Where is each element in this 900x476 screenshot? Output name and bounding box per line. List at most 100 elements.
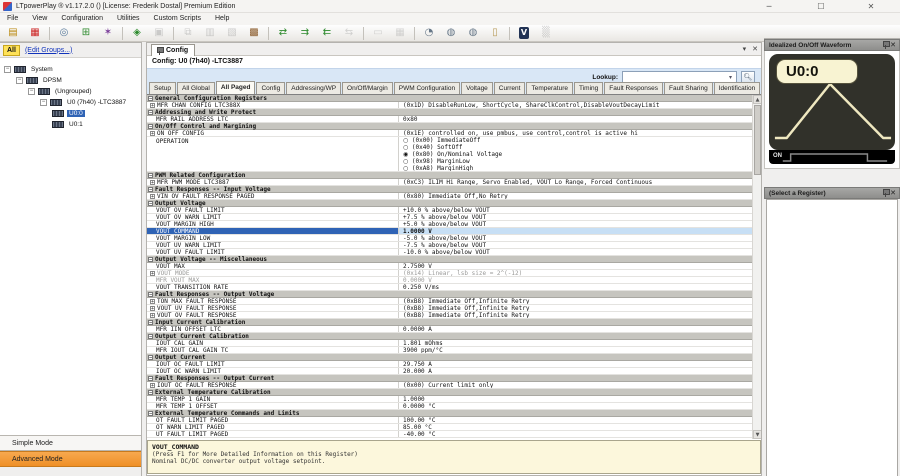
- register-row-iout-oc-fault-limit[interactable]: IOUT_OC_FAULT_LIMIT29.750 A: [147, 361, 752, 368]
- tab-timing[interactable]: Timing: [574, 82, 603, 94]
- section-row-input-current-calibration[interactable]: −Input Current Calibration: [147, 319, 752, 326]
- section-row-output-current-calibration[interactable]: −Output Current Calibration: [147, 333, 752, 340]
- export-add-button[interactable]: ⊞: [76, 26, 96, 41]
- scope-view-2-button[interactable]: ◍: [463, 26, 483, 41]
- register-row-ot-warn-limit-paged[interactable]: OT_WARN_LIMIT_PAGED85.00 °C: [147, 424, 752, 431]
- scroll-thumb[interactable]: [754, 105, 761, 175]
- advanced-mode-button[interactable]: Advanced Mode: [0, 451, 141, 467]
- register-value-cell[interactable]: 20.000 A: [399, 368, 752, 374]
- register-value-cell[interactable]: 0x80: [399, 116, 752, 122]
- tab-setup[interactable]: Setup: [149, 82, 176, 94]
- register-value-cell[interactable]: 100.00 °C: [399, 417, 752, 423]
- menu-file[interactable]: File: [0, 13, 25, 25]
- section-row-output-current[interactable]: −Output Current: [147, 354, 752, 361]
- section-row-external-temperature-calibration[interactable]: −External Temperature Calibration: [147, 389, 752, 396]
- tab-all-global[interactable]: All Global: [177, 82, 215, 94]
- close-button[interactable]: ✕: [862, 1, 880, 12]
- register-row-vout-margin-high[interactable]: VOUT_MARGIN_HIGH+5.0 % above/below VOUT: [147, 221, 752, 228]
- register-row-mfr-temp-1-gain[interactable]: MFR_TEMP_1_GAIN1.0000: [147, 396, 752, 403]
- tree-collapse-icon[interactable]: −: [28, 88, 35, 95]
- collapse-icon[interactable]: −: [148, 96, 153, 101]
- expand-icon[interactable]: +: [150, 313, 155, 318]
- register-value-cell[interactable]: (0xB8) Immediate Off,Infinite_Retry: [399, 312, 752, 318]
- find-button[interactable]: ◎: [54, 26, 74, 41]
- tab-close-icon[interactable]: ✕: [752, 45, 758, 53]
- tab-fault-sharing[interactable]: Fault Sharing: [664, 82, 713, 94]
- radio-option-softoff[interactable]: ○ (0x40) SoftOff: [403, 144, 462, 151]
- collapse-icon[interactable]: −: [148, 187, 153, 192]
- minimize-button[interactable]: ─: [760, 1, 778, 12]
- register-value-cell[interactable]: 85.00 °C: [399, 424, 752, 430]
- register-value-cell[interactable]: 0.0000 °C: [399, 403, 752, 409]
- register-row-iout-cal-gain[interactable]: IOUT_CAL_GAIN1.801 mOhms: [147, 340, 752, 347]
- register-value-cell[interactable]: (0xB8) Immediate Off,Infinite_Retry: [399, 305, 752, 311]
- save-project-button[interactable]: ▦: [25, 26, 45, 41]
- tab-pwm-configuration[interactable]: PWM Configuration: [394, 82, 460, 94]
- register-value-cell[interactable]: 0.250 V/ms: [399, 284, 752, 290]
- register-value-cell[interactable]: 0.0000 A: [399, 326, 752, 332]
- tree-item-dpsm[interactable]: −DPSM: [0, 75, 141, 86]
- collapse-icon[interactable]: −: [148, 292, 153, 297]
- section-row-external-temperature-commands-and-limits[interactable]: −External Temperature Commands and Limit…: [147, 410, 752, 417]
- close-icon[interactable]: ✕: [889, 189, 897, 197]
- radio-option-marginhigh[interactable]: ○ (0xA8) MarginHigh: [403, 165, 473, 171]
- register-row-vout-ov-warn-limit[interactable]: VOUT_OV_WARN_LIMIT+7.5 % above/below VOU…: [147, 214, 752, 221]
- section-row-on-off-control-and-margining[interactable]: −On/Off Control and Margining: [147, 123, 752, 130]
- tab-addressing-wp[interactable]: Addressing/WP: [286, 82, 341, 94]
- collapse-icon[interactable]: −: [148, 355, 153, 360]
- pin-icon[interactable]: [882, 189, 889, 197]
- register-row-ot-fault-limit-paged[interactable]: OT_FAULT_LIMIT_PAGED100.00 °C: [147, 417, 752, 424]
- register-row-vout-max[interactable]: VOUT_MAX2.7500 V: [147, 263, 752, 270]
- register-value-cell[interactable]: -10.0 % above/below VOUT: [399, 249, 752, 255]
- register-value-cell[interactable]: +5.0 % above/below VOUT: [399, 221, 752, 227]
- scroll-up-icon[interactable]: ▲: [753, 95, 761, 104]
- tab-temperature[interactable]: Temperature: [526, 82, 573, 94]
- collapse-icon[interactable]: −: [148, 201, 153, 206]
- collapse-icon[interactable]: −: [148, 390, 153, 395]
- expand-icon[interactable]: +: [150, 306, 155, 311]
- register-row-vout-margin-low[interactable]: VOUT_MARGIN_LOW-5.0 % above/below VOUT: [147, 235, 752, 242]
- tree-item-u0-7h40-ltc3887[interactable]: −U0 (7h40) -LTC3887: [0, 97, 141, 108]
- collapse-icon[interactable]: −: [148, 376, 153, 381]
- tab-fault-responses[interactable]: Fault Responses: [604, 82, 663, 94]
- tab-voltage[interactable]: Voltage: [461, 82, 493, 94]
- collapse-icon[interactable]: −: [148, 257, 153, 262]
- close-icon[interactable]: ✕: [889, 41, 897, 49]
- menu-configuration[interactable]: Configuration: [54, 13, 110, 25]
- register-row-vin-ov-fault-response-paged[interactable]: +VIN_OV_FAULT_RESPONSE_PAGED(0x80) Immed…: [147, 193, 752, 200]
- collapse-icon[interactable]: −: [148, 320, 153, 325]
- expand-icon[interactable]: +: [150, 299, 155, 304]
- section-row-fault-responses-output-current[interactable]: −Fault Responses -- Output Current: [147, 375, 752, 382]
- register-row-ut-fault-limit-paged[interactable]: UT_FAULT_LIMIT_PAGED-40.00 °C: [147, 431, 752, 438]
- scope-view-button[interactable]: ◍: [441, 26, 461, 41]
- register-row-operation[interactable]: OPERATION○ (0x00) ImmediateOff○ (0x40) S…: [147, 137, 752, 172]
- register-value-cell[interactable]: +7.5 % above/below VOUT: [399, 214, 752, 220]
- section-row-output-voltage-miscellaneous[interactable]: −Output Voltage -- Miscellaneous: [147, 256, 752, 263]
- all-groups-badge[interactable]: All: [3, 45, 20, 56]
- register-value-cell[interactable]: +10.0 % above/below VOUT: [399, 207, 752, 213]
- config-wizard-button[interactable]: ✶: [98, 26, 118, 41]
- expand-icon[interactable]: +: [150, 383, 155, 388]
- section-row-addressing-and-write-protect[interactable]: −Addressing and Write Protect: [147, 109, 752, 116]
- menu-custom-scripts[interactable]: Custom Scripts: [147, 13, 208, 25]
- store-fault-log-button[interactable]: ▩: [244, 26, 264, 41]
- simple-mode-button[interactable]: Simple Mode: [0, 435, 141, 451]
- verilog-export-button[interactable]: V: [514, 26, 534, 41]
- section-row-general-configuration-registers[interactable]: −General Configuration Registers: [147, 95, 752, 102]
- expand-icon[interactable]: +: [150, 180, 155, 185]
- register-value-cell[interactable]: (0xC3) ILIM Hi Range, Servo Enabled, VOU…: [399, 179, 752, 185]
- register-row-vout-mode[interactable]: +VOUT_MODE(0x14) Linear, lsb_size = 2^(-…: [147, 270, 752, 277]
- pin-icon[interactable]: [882, 41, 889, 49]
- edit-groups-link[interactable]: (Edit Groups...): [25, 47, 72, 54]
- dashboard-button[interactable]: ◔: [419, 26, 439, 41]
- tab-on-off-margin[interactable]: On/Off/Margin: [342, 82, 393, 94]
- tab-config[interactable]: Config: [256, 82, 285, 94]
- register-value-cell[interactable]: (0x14) Linear, lsb_size = 2^(-12): [399, 270, 752, 276]
- register-row-on-off-config[interactable]: +ON_OFF_CONFIG(0x1E) controlled_on, use_…: [147, 130, 752, 137]
- register-row-mfr-iout-cal-gain-tc[interactable]: MFR_IOUT_CAL_GAIN_TC3900 ppm/°C: [147, 347, 752, 354]
- tree-collapse-icon[interactable]: −: [16, 77, 23, 84]
- register-value-cell[interactable]: (0x00) Current limit only: [399, 382, 752, 388]
- menu-view[interactable]: View: [25, 13, 54, 25]
- register-value-cell[interactable]: -5.0 % above/below VOUT: [399, 235, 752, 241]
- register-detail-panel-titlebar[interactable]: (Select a Register) ✕: [764, 187, 900, 199]
